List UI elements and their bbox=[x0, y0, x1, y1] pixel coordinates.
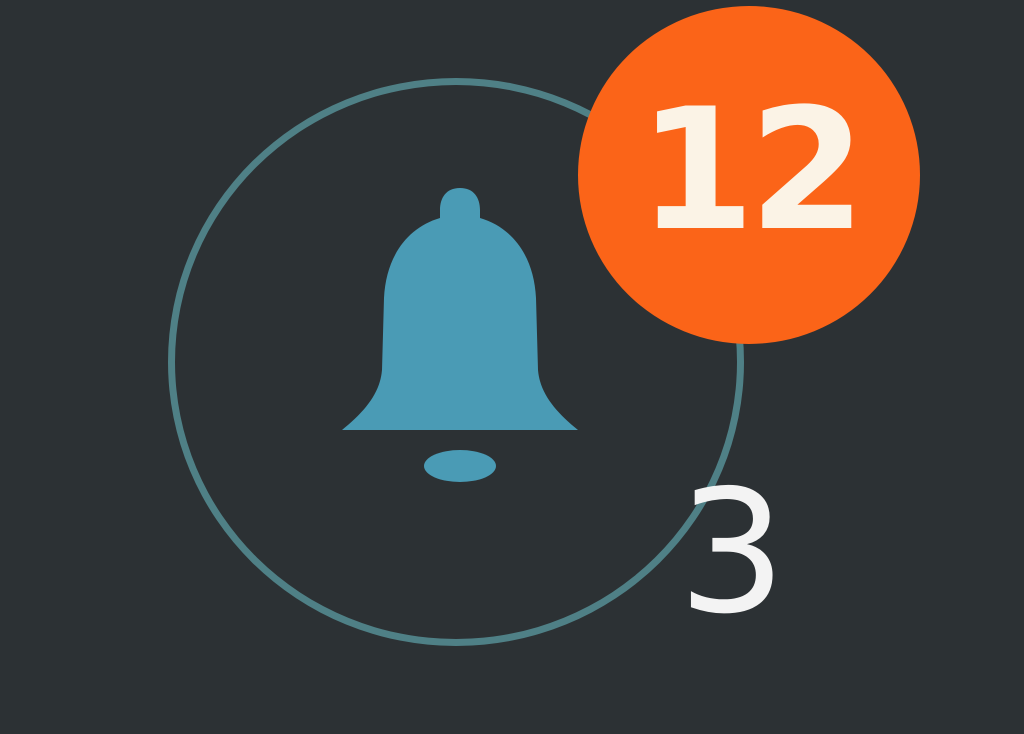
badge-count: 12 bbox=[638, 72, 866, 268]
notification-count-badge[interactable]: 12 bbox=[578, 6, 920, 344]
notification-widget: 12 3 bbox=[0, 0, 1024, 734]
bell-icon bbox=[328, 180, 592, 490]
secondary-count: 3 bbox=[678, 454, 787, 652]
